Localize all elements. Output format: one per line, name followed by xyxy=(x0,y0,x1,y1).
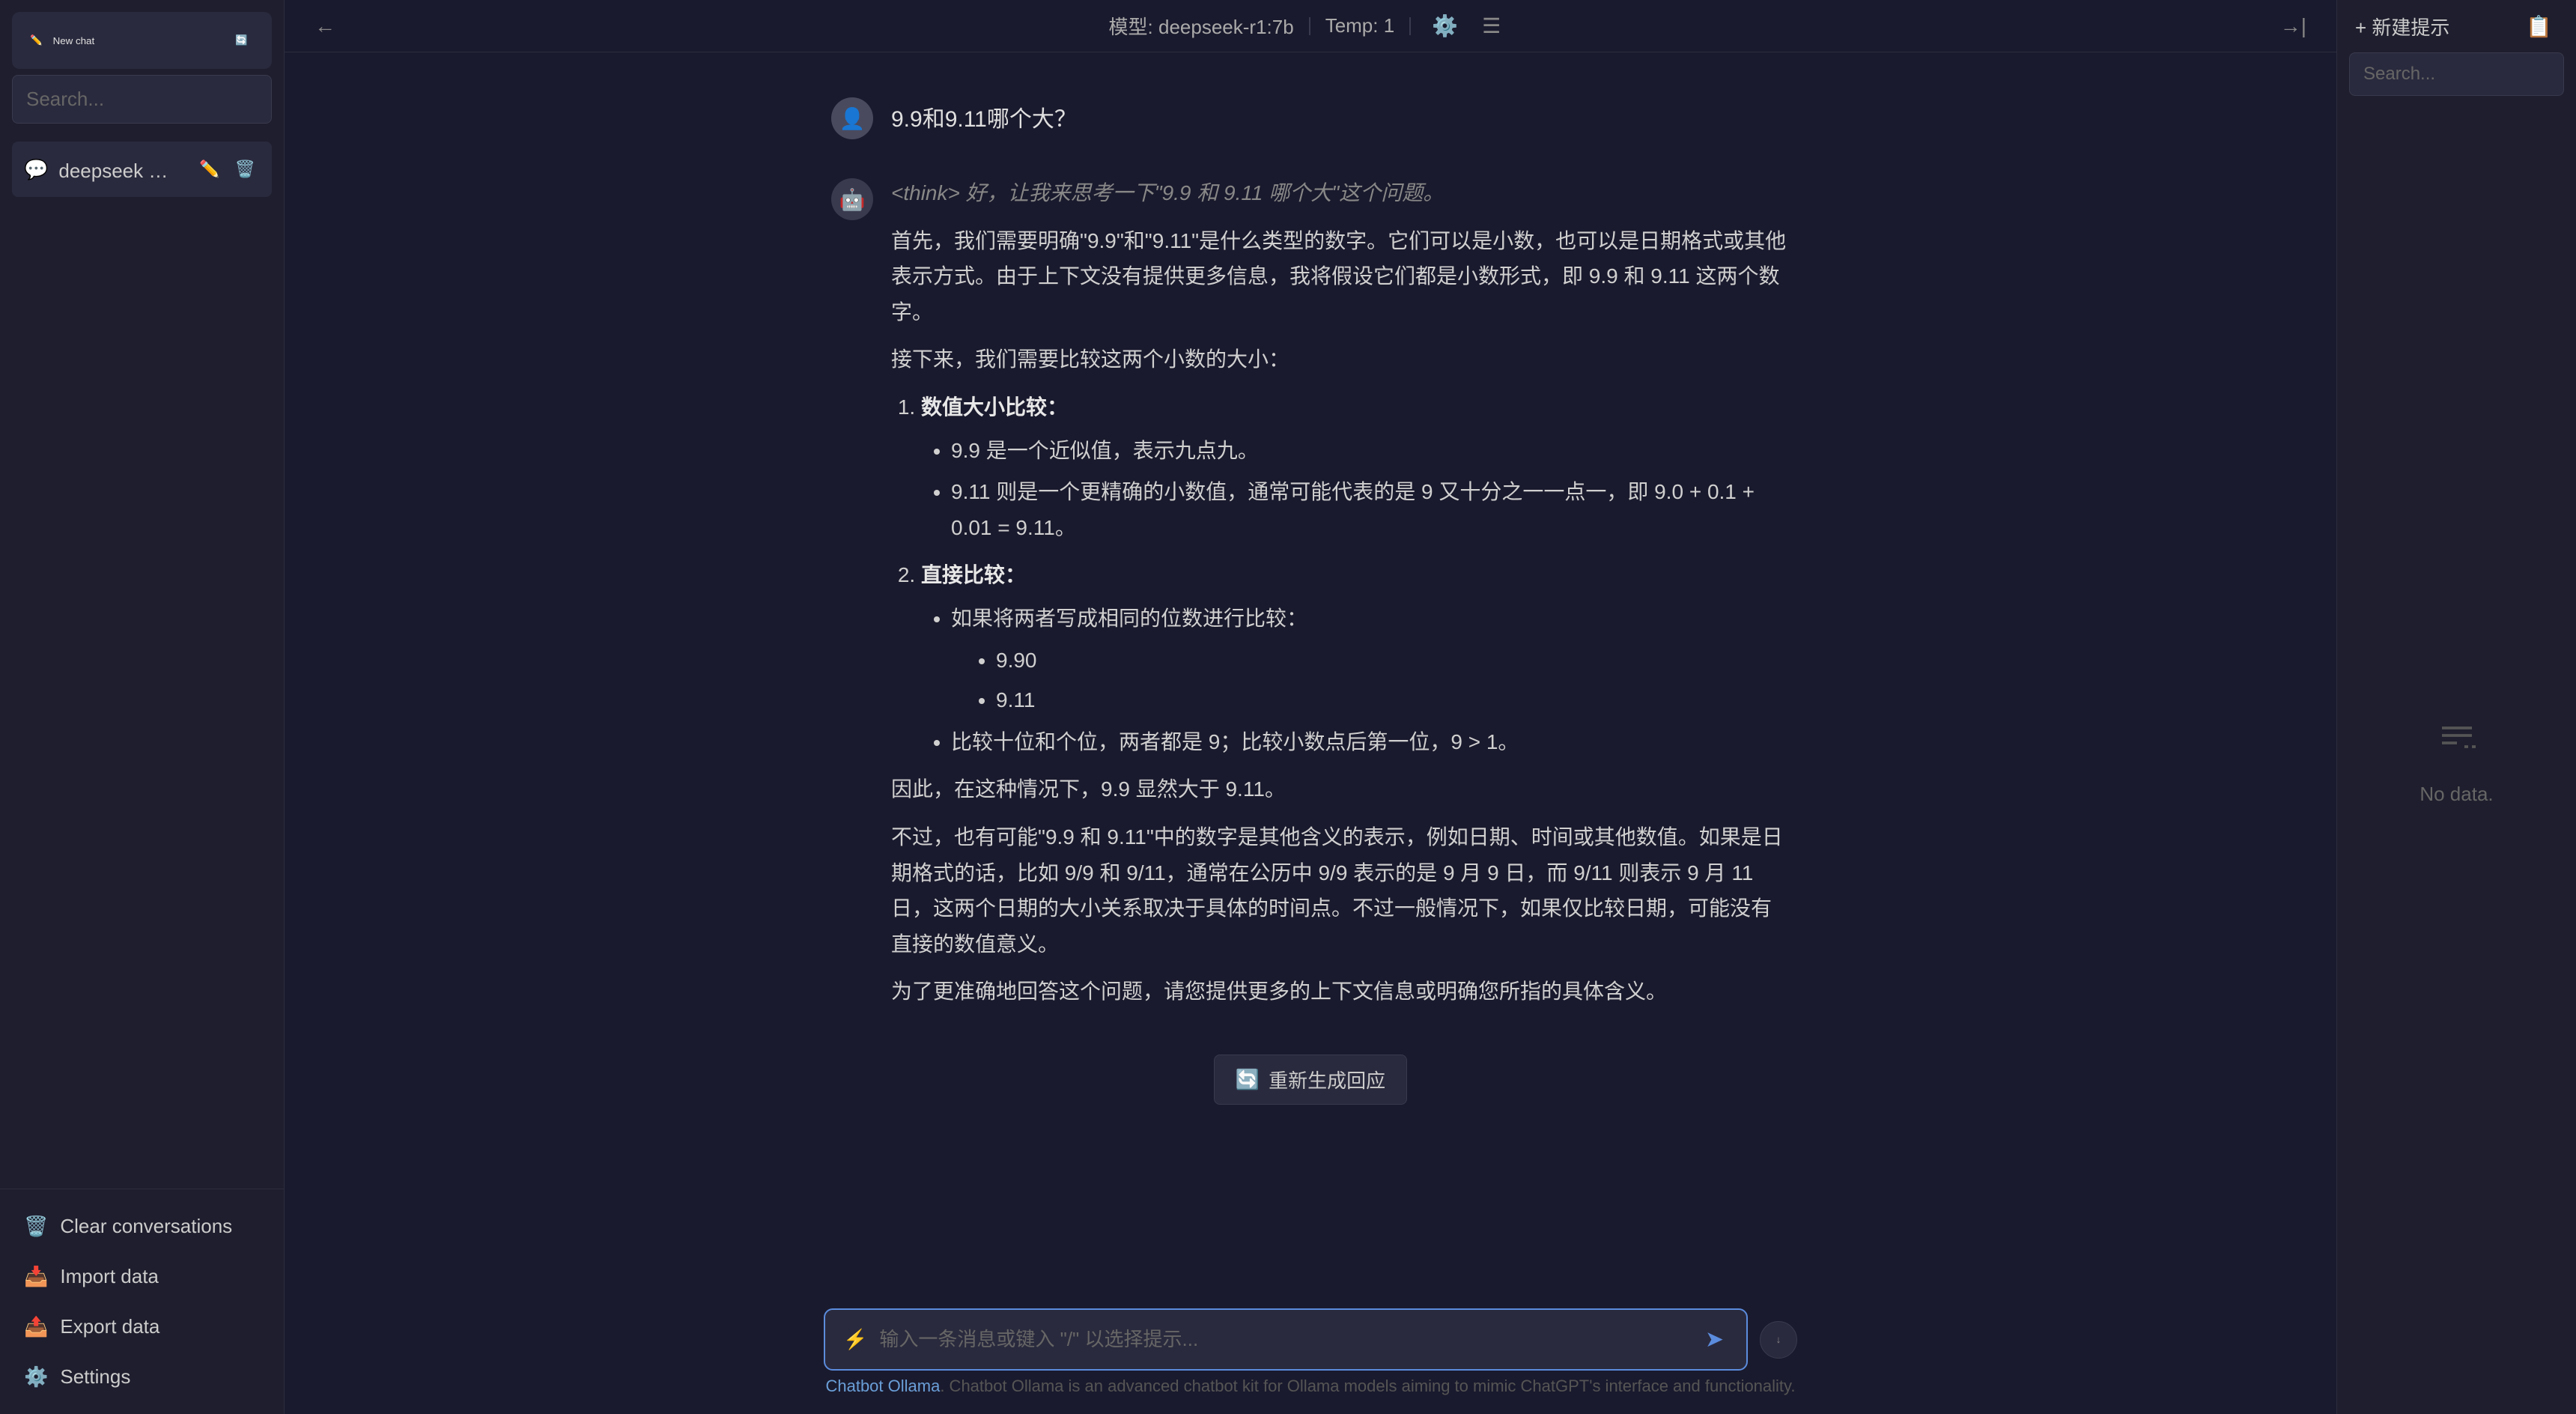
conversation-item[interactable]: 💬 deepseek 和 chatgpt ... ✏️ 🗑️ xyxy=(12,142,272,197)
no-data-icon xyxy=(2434,717,2479,771)
left-sidebar: ✏️ New chat 🔄 💬 deepseek 和 chatgpt ... ✏… xyxy=(0,0,285,1414)
settings-gear-button[interactable]: ⚙️ xyxy=(1426,7,1464,44)
assistant-message-content: <think> 好，让我来思考一下"9.9 和 9.11 哪个大"这个问题。 首… xyxy=(891,175,1790,1022)
export-label: Export data xyxy=(60,1315,160,1338)
conclusion2: 不过，也有可能"9.9 和 9.11"中的数字是其他含义的表示，例如日期、时间或… xyxy=(891,819,1790,962)
list-item-2: 直接比较： 如果将两者写成相同的位数进行比较： 9.90 9.11 比较十位和个… xyxy=(921,557,1790,759)
clear-label: Clear conversations xyxy=(60,1215,232,1238)
chat-input-area: ⚡ ➤ ↓ Chatbot Ollama. Chatbot Ollama is … xyxy=(285,1296,2336,1414)
footer-text: Chatbot Ollama. Chatbot Ollama is an adv… xyxy=(824,1377,1797,1396)
back-button[interactable]: ← xyxy=(309,8,341,44)
bullet-item: 比较十位和个位，两者都是 9；比较小数点后第一位，9 > 1。 xyxy=(951,724,1790,760)
regenerate-button[interactable]: 🔄 重新生成回应 xyxy=(1214,1055,1407,1105)
conversation-list: 💬 deepseek 和 chatgpt ... ✏️ 🗑️ xyxy=(0,136,284,1189)
conclusion3: 为了更准确地回答这个问题，请您提供更多的上下文信息或明确您所指的具体含义。 xyxy=(891,974,1790,1010)
bullet-item: 如果将两者写成相同的位数进行比较： 9.90 9.11 xyxy=(951,601,1790,718)
assistant-line-2: 接下来，我们需要比较这两个小数的大小： xyxy=(891,342,1790,377)
assistant-avatar: 🤖 xyxy=(831,178,873,220)
no-data-section: No data. xyxy=(2337,108,2576,1414)
right-sidebar-header: + 新建提示 📋 xyxy=(2337,0,2576,52)
think-section: <think> 好，让我来思考一下"9.9 和 9.11 哪个大"这个问题。 xyxy=(891,175,1790,211)
import-icon: 📥 xyxy=(24,1265,48,1288)
header-right: →| xyxy=(2274,8,2312,44)
refresh-button[interactable]: 🔄 xyxy=(229,28,254,52)
section2-title: 直接比较： xyxy=(921,563,1026,586)
search-input[interactable] xyxy=(12,75,272,124)
no-data-text: No data. xyxy=(2419,783,2493,806)
forward-button[interactable]: →| xyxy=(2274,8,2312,44)
chevron-down-icon: ↓ xyxy=(1776,1334,1781,1345)
conversation-icon: 💬 xyxy=(24,158,48,181)
user-message-content: 9.9和9.11哪个大？ xyxy=(891,94,1790,139)
send-button[interactable]: ➤ xyxy=(1701,1322,1728,1357)
share-icon: 📋 xyxy=(2526,15,2552,38)
separator2 xyxy=(1409,17,1411,35)
think-text: <think> 好，让我来思考一下"9.9 和 9.11 哪个大"这个问题。 xyxy=(891,181,1444,204)
import-data-item[interactable]: 📥 Import data xyxy=(12,1251,272,1302)
conclusion1: 因此，在这种情况下，9.9 显然大于 9.11。 xyxy=(891,771,1790,807)
user-message-text: 9.9和9.11哪个大？ xyxy=(891,107,1077,132)
right-sidebar: + 新建提示 📋 No data. xyxy=(2336,0,2576,1414)
right-sidebar-pin-button[interactable]: 📋 xyxy=(2520,8,2558,45)
edit-conversation-button[interactable]: ✏️ xyxy=(195,155,224,183)
delete-conversation-button[interactable]: 🗑️ xyxy=(231,155,260,183)
section1-bullets: 9.9 是一个近似值，表示九点九。 9.11 则是一个更精确的小数值，通常可能代… xyxy=(921,433,1790,546)
section2-bullets: 如果将两者写成相同的位数进行比较： 9.90 9.11 比较十位和个位，两者都是… xyxy=(921,601,1790,759)
right-search-input[interactable] xyxy=(2349,52,2564,96)
assistant-line-1: 首先，我们需要明确"9.9"和"9.11"是什么类型的数字。它们可以是小数，也可… xyxy=(891,223,1790,330)
clear-conversations-item[interactable]: 🗑️ Clear conversations xyxy=(12,1201,272,1251)
footer-description: . Chatbot Ollama is an advanced chatbot … xyxy=(940,1377,1795,1395)
settings-item[interactable]: ⚙️ Settings xyxy=(12,1352,272,1402)
plus-icon: ✏️ xyxy=(30,34,43,46)
lightning-icon: ⚡ xyxy=(843,1328,867,1351)
import-label: Import data xyxy=(60,1265,159,1288)
regenerate-bar: 🔄 重新生成回应 xyxy=(285,1040,2336,1120)
regenerate-label: 重新生成回应 xyxy=(1269,1066,1385,1093)
user-message: 👤 9.9和9.11哪个大？ xyxy=(786,76,1835,157)
separator xyxy=(1309,17,1310,35)
bullet-item: 9.11 则是一个更精确的小数值，通常可能代表的是 9 又十分之一一点一，即 9… xyxy=(951,474,1790,545)
clear-icon: 🗑️ xyxy=(24,1215,48,1238)
conversation-title: deepseek 和 chatgpt ... xyxy=(58,156,184,183)
export-icon: 📤 xyxy=(24,1315,48,1338)
sub-bullet-item: 9.90 xyxy=(996,643,1790,679)
right-search xyxy=(2337,52,2576,108)
bullet-item: 9.9 是一个近似值，表示九点九。 xyxy=(951,433,1790,469)
new-prompt-button[interactable]: + 新建提示 xyxy=(2355,13,2449,40)
new-chat-label: New chat xyxy=(53,35,95,46)
header-left: ← xyxy=(309,8,341,44)
section1-title: 数值大小比较： xyxy=(921,395,1068,419)
model-label: 模型: deepseek-r1:7b xyxy=(1109,12,1294,40)
user-avatar: 👤 xyxy=(831,97,873,139)
input-container: ⚡ ➤ xyxy=(824,1308,1748,1371)
numbered-list: 数值大小比较： 9.9 是一个近似值，表示九点九。 9.11 则是一个更精确的小… xyxy=(891,389,1790,759)
search-container xyxy=(0,75,284,136)
menu-button[interactable]: ☰ xyxy=(1476,7,1507,44)
sub-bullets: 9.90 9.11 xyxy=(951,643,1790,718)
scroll-bottom-button[interactable]: ↓ xyxy=(1760,1321,1797,1359)
settings-icon: ⚙️ xyxy=(24,1365,48,1389)
temp-label: Temp: 1 xyxy=(1325,14,1395,37)
chat-header: ← 模型: deepseek-r1:7b Temp: 1 ⚙️ ☰ →| xyxy=(285,0,2336,52)
assistant-message: 🤖 <think> 好，让我来思考一下"9.9 和 9.11 哪个大"这个问题。… xyxy=(786,157,1835,1040)
conversation-actions: ✏️ 🗑️ xyxy=(195,155,260,183)
settings-label: Settings xyxy=(60,1365,130,1389)
sub-bullet-item: 9.11 xyxy=(996,682,1790,718)
list-item-1: 数值大小比较： 9.9 是一个近似值，表示九点九。 9.11 则是一个更精确的小… xyxy=(921,389,1790,545)
robot-icon: 🤖 xyxy=(839,187,866,212)
footer-link[interactable]: Chatbot Ollama xyxy=(825,1377,940,1395)
new-chat-button[interactable]: ✏️ New chat 🔄 xyxy=(12,12,272,69)
export-data-item[interactable]: 📤 Export data xyxy=(12,1302,272,1352)
chat-messages: 👤 9.9和9.11哪个大？ 🤖 <think> 好，让我来思考一下"9.9 和… xyxy=(285,52,2336,1296)
main-area: ← 模型: deepseek-r1:7b Temp: 1 ⚙️ ☰ →| 👤 9… xyxy=(285,0,2336,1414)
regenerate-icon: 🔄 xyxy=(1236,1068,1260,1091)
sidebar-bottom: 🗑️ Clear conversations 📥 Import data 📤 E… xyxy=(0,1189,284,1414)
user-icon: 👤 xyxy=(839,106,866,131)
chat-input[interactable] xyxy=(879,1328,1688,1351)
new-prompt-label: + 新建提示 xyxy=(2355,13,2449,40)
header-center: 模型: deepseek-r1:7b Temp: 1 ⚙️ ☰ xyxy=(1109,7,1507,44)
